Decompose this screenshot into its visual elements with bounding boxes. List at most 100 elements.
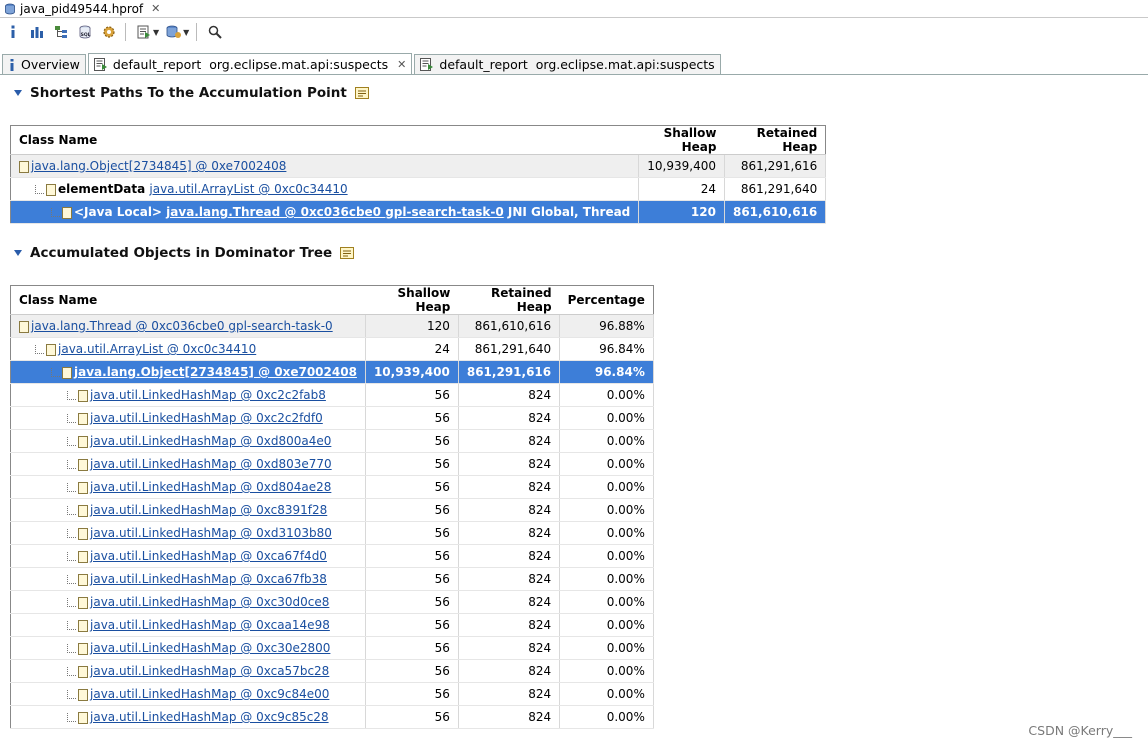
collapse-twisty-icon[interactable] xyxy=(14,90,22,96)
collapse-twisty-icon[interactable] xyxy=(14,250,22,256)
table-header-row: Class Name Shallow Heap Retained Heap xyxy=(10,125,826,155)
shallow-heap-cell: 56 xyxy=(365,521,459,545)
chevron-down-icon[interactable]: ▼ xyxy=(153,28,159,37)
object-link[interactable]: java.util.LinkedHashMap @ 0xc9c84e00 xyxy=(90,687,329,701)
editor-tab-hprof[interactable]: java_pid49544.hprof ✕ xyxy=(0,0,166,17)
percentage-cell: 96.88% xyxy=(559,314,654,338)
histogram-button[interactable] xyxy=(26,21,48,43)
object-link[interactable]: java.util.LinkedHashMap @ 0xc30d0ce8 xyxy=(90,595,329,609)
section-accumulated-objects-header[interactable]: Accumulated Objects in Dominator Tree xyxy=(0,245,355,261)
object-link[interactable]: java.util.LinkedHashMap @ 0xc30e2800 xyxy=(90,641,330,655)
close-icon[interactable]: ✕ xyxy=(151,2,160,15)
tree-connector xyxy=(67,598,76,607)
object-link[interactable]: java.util.LinkedHashMap @ 0xca67fb38 xyxy=(90,572,327,586)
object-link[interactable]: java.util.LinkedHashMap @ 0xc2c2fdf0 xyxy=(90,411,323,425)
table-row[interactable]: java.util.LinkedHashMap @ 0xcaa14e98 56 82… xyxy=(10,613,654,637)
table-row[interactable]: java.util.LinkedHashMap @ 0xc30e2800 56 82… xyxy=(10,636,654,660)
table-row[interactable]: java.util.LinkedHashMap @ 0xc8391f28 56 82… xyxy=(10,498,654,522)
table-row[interactable]: java.util.LinkedHashMap @ 0xca67fb38 56 82… xyxy=(10,567,654,591)
column-header-class-name[interactable]: Class Name xyxy=(10,125,639,155)
tab-default-report[interactable]: default_report org.eclipse.mat.api:suspe… xyxy=(414,54,721,74)
tree-connector xyxy=(67,391,76,400)
table-row[interactable]: java.util.LinkedHashMap @ 0xd3103b80 56 82… xyxy=(10,521,654,545)
object-link[interactable]: java.util.LinkedHashMap @ 0xd800a4e0 xyxy=(90,434,331,448)
object-link[interactable]: java.util.LinkedHashMap @ 0xd3103b80 xyxy=(90,526,332,540)
table-row[interactable]: java.util.LinkedHashMap @ 0xc2c2fab8 56 82… xyxy=(10,383,654,407)
percentage-cell: 0.00% xyxy=(559,383,654,407)
object-link[interactable]: java.lang.Thread @ 0xc036cbe0 gpl-search… xyxy=(31,319,333,333)
query-details-icon[interactable] xyxy=(354,86,370,100)
table-row[interactable]: java.util.ArrayList @ 0xc0c34410 24 861,29… xyxy=(10,337,654,361)
object-link[interactable]: java.util.LinkedHashMap @ 0xc2c2fab8 xyxy=(90,388,326,402)
shallow-heap-cell: 10,939,400 xyxy=(365,360,459,384)
object-link[interactable]: java.util.LinkedHashMap @ 0xca57bc28 xyxy=(90,664,329,678)
tree-connector xyxy=(51,208,60,217)
tree-connector xyxy=(67,460,76,469)
info-icon xyxy=(11,25,15,38)
table-row[interactable]: java.lang.Object[2734845] @ 0xe7002408 10… xyxy=(10,154,827,178)
object-link[interactable]: java.lang.Object[2734845] @ 0xe7002408 xyxy=(74,365,357,379)
dominator-tree-button[interactable] xyxy=(50,21,72,43)
shallow-heap-cell: 120 xyxy=(638,200,725,224)
oql-button[interactable]: SQL xyxy=(74,21,96,43)
tree-connector xyxy=(51,368,60,377)
editor-tab-title: java_pid49544.hprof xyxy=(20,1,144,16)
object-link[interactable]: java.lang.Thread @ 0xc036cbe0 gpl-search… xyxy=(166,205,504,219)
table-row[interactable]: elementData java.util.ArrayList @ 0xc0c3… xyxy=(10,177,827,201)
table-row[interactable]: java.lang.Thread @ 0xc036cbe0 gpl-search… xyxy=(10,314,654,338)
table-row[interactable]: java.util.LinkedHashMap @ 0xd803e770 56 82… xyxy=(10,452,654,476)
table-row[interactable]: java.util.LinkedHashMap @ 0xc9c85c28 56 82… xyxy=(10,705,654,729)
toolbar-separator xyxy=(125,23,126,41)
table-row[interactable]: java.util.LinkedHashMap @ 0xd804ae28 56 82… xyxy=(10,475,654,499)
column-header-percentage[interactable]: Percentage xyxy=(559,285,654,315)
column-header-shallow-heap[interactable]: Shallow Heap xyxy=(365,285,459,315)
table-row[interactable]: <Java Local> java.lang.Thread @ 0xc036cb… xyxy=(10,200,827,224)
query-details-icon[interactable] xyxy=(340,246,355,260)
column-header-class-name[interactable]: Class Name xyxy=(10,285,366,315)
table-row[interactable]: java.util.LinkedHashMap @ 0xca57bc28 56 82… xyxy=(10,659,654,683)
percentage-cell: 0.00% xyxy=(559,521,654,545)
shallow-heap-cell: 56 xyxy=(365,705,459,729)
class-name-cell: java.util.LinkedHashMap @ 0xc8391f28 xyxy=(10,498,366,522)
tree-connector xyxy=(67,621,76,630)
close-icon[interactable]: ✕ xyxy=(397,58,406,71)
section-shortest-paths-header[interactable]: Shortest Paths To the Accumulation Point xyxy=(0,85,370,101)
table-row[interactable]: java.util.LinkedHashMap @ 0xd800a4e0 56 82… xyxy=(10,429,654,453)
chevron-down-icon[interactable]: ▼ xyxy=(183,28,189,37)
tree-connector xyxy=(67,437,76,446)
table-row[interactable]: java.util.LinkedHashMap @ 0xc2c2fdf0 56 82… xyxy=(10,406,654,430)
object-link[interactable]: java.lang.Object[2734845] @ 0xe7002408 xyxy=(31,159,286,173)
class-name-cell: java.util.LinkedHashMap @ 0xc2c2fdf0 xyxy=(10,406,366,430)
table-row[interactable]: java.util.LinkedHashMap @ 0xc9c84e00 56 82… xyxy=(10,682,654,706)
search-button[interactable] xyxy=(204,21,226,43)
retained-heap-cell: 824 xyxy=(458,475,561,499)
table-row[interactable]: java.lang.Object[2734845] @ 0xe7002408 10… xyxy=(10,360,654,384)
object-link[interactable]: java.util.LinkedHashMap @ 0xc8391f28 xyxy=(90,503,327,517)
shallow-heap-cell: 56 xyxy=(365,383,459,407)
retained-heap-cell: 824 xyxy=(458,659,561,683)
query-browser-button[interactable] xyxy=(163,21,185,43)
object-link[interactable]: java.util.LinkedHashMap @ 0xc9c85c28 xyxy=(90,710,329,724)
table-row[interactable]: java.util.LinkedHashMap @ 0xc30d0ce8 56 82… xyxy=(10,590,654,614)
tab-default-report-active[interactable]: default_report org.eclipse.mat.api:suspe… xyxy=(87,53,413,74)
object-link[interactable]: java.util.ArrayList @ 0xc0c34410 xyxy=(58,342,256,356)
column-header-shallow-heap[interactable]: Shallow Heap xyxy=(638,125,725,155)
table-row[interactable]: java.util.LinkedHashMap @ 0xca67f4d0 56 82… xyxy=(10,544,654,568)
object-link[interactable]: java.util.LinkedHashMap @ 0xd803e770 xyxy=(90,457,332,471)
report-icon xyxy=(93,57,107,71)
overview-info-button[interactable] xyxy=(2,21,24,43)
object-link[interactable]: java.util.LinkedHashMap @ 0xca67f4d0 xyxy=(90,549,327,563)
database-icon xyxy=(5,3,15,14)
object-link[interactable]: java.util.LinkedHashMap @ 0xd804ae28 xyxy=(90,480,331,494)
object-icon xyxy=(19,160,29,173)
tab-overview[interactable]: Overview xyxy=(2,54,86,74)
search-icon xyxy=(209,25,223,39)
thread-overview-button[interactable] xyxy=(98,21,120,43)
object-icon xyxy=(78,481,88,494)
object-link[interactable]: java.util.LinkedHashMap @ 0xcaa14e98 xyxy=(90,618,330,632)
object-link[interactable]: java.util.ArrayList @ 0xc0c34410 xyxy=(149,182,347,196)
class-name-cell: java.util.LinkedHashMap @ 0xc9c84e00 xyxy=(10,682,366,706)
column-header-retained-heap[interactable]: Retained Heap xyxy=(458,285,560,315)
run-report-button[interactable] xyxy=(133,21,155,43)
column-header-retained-heap[interactable]: Retained Heap xyxy=(724,125,826,155)
